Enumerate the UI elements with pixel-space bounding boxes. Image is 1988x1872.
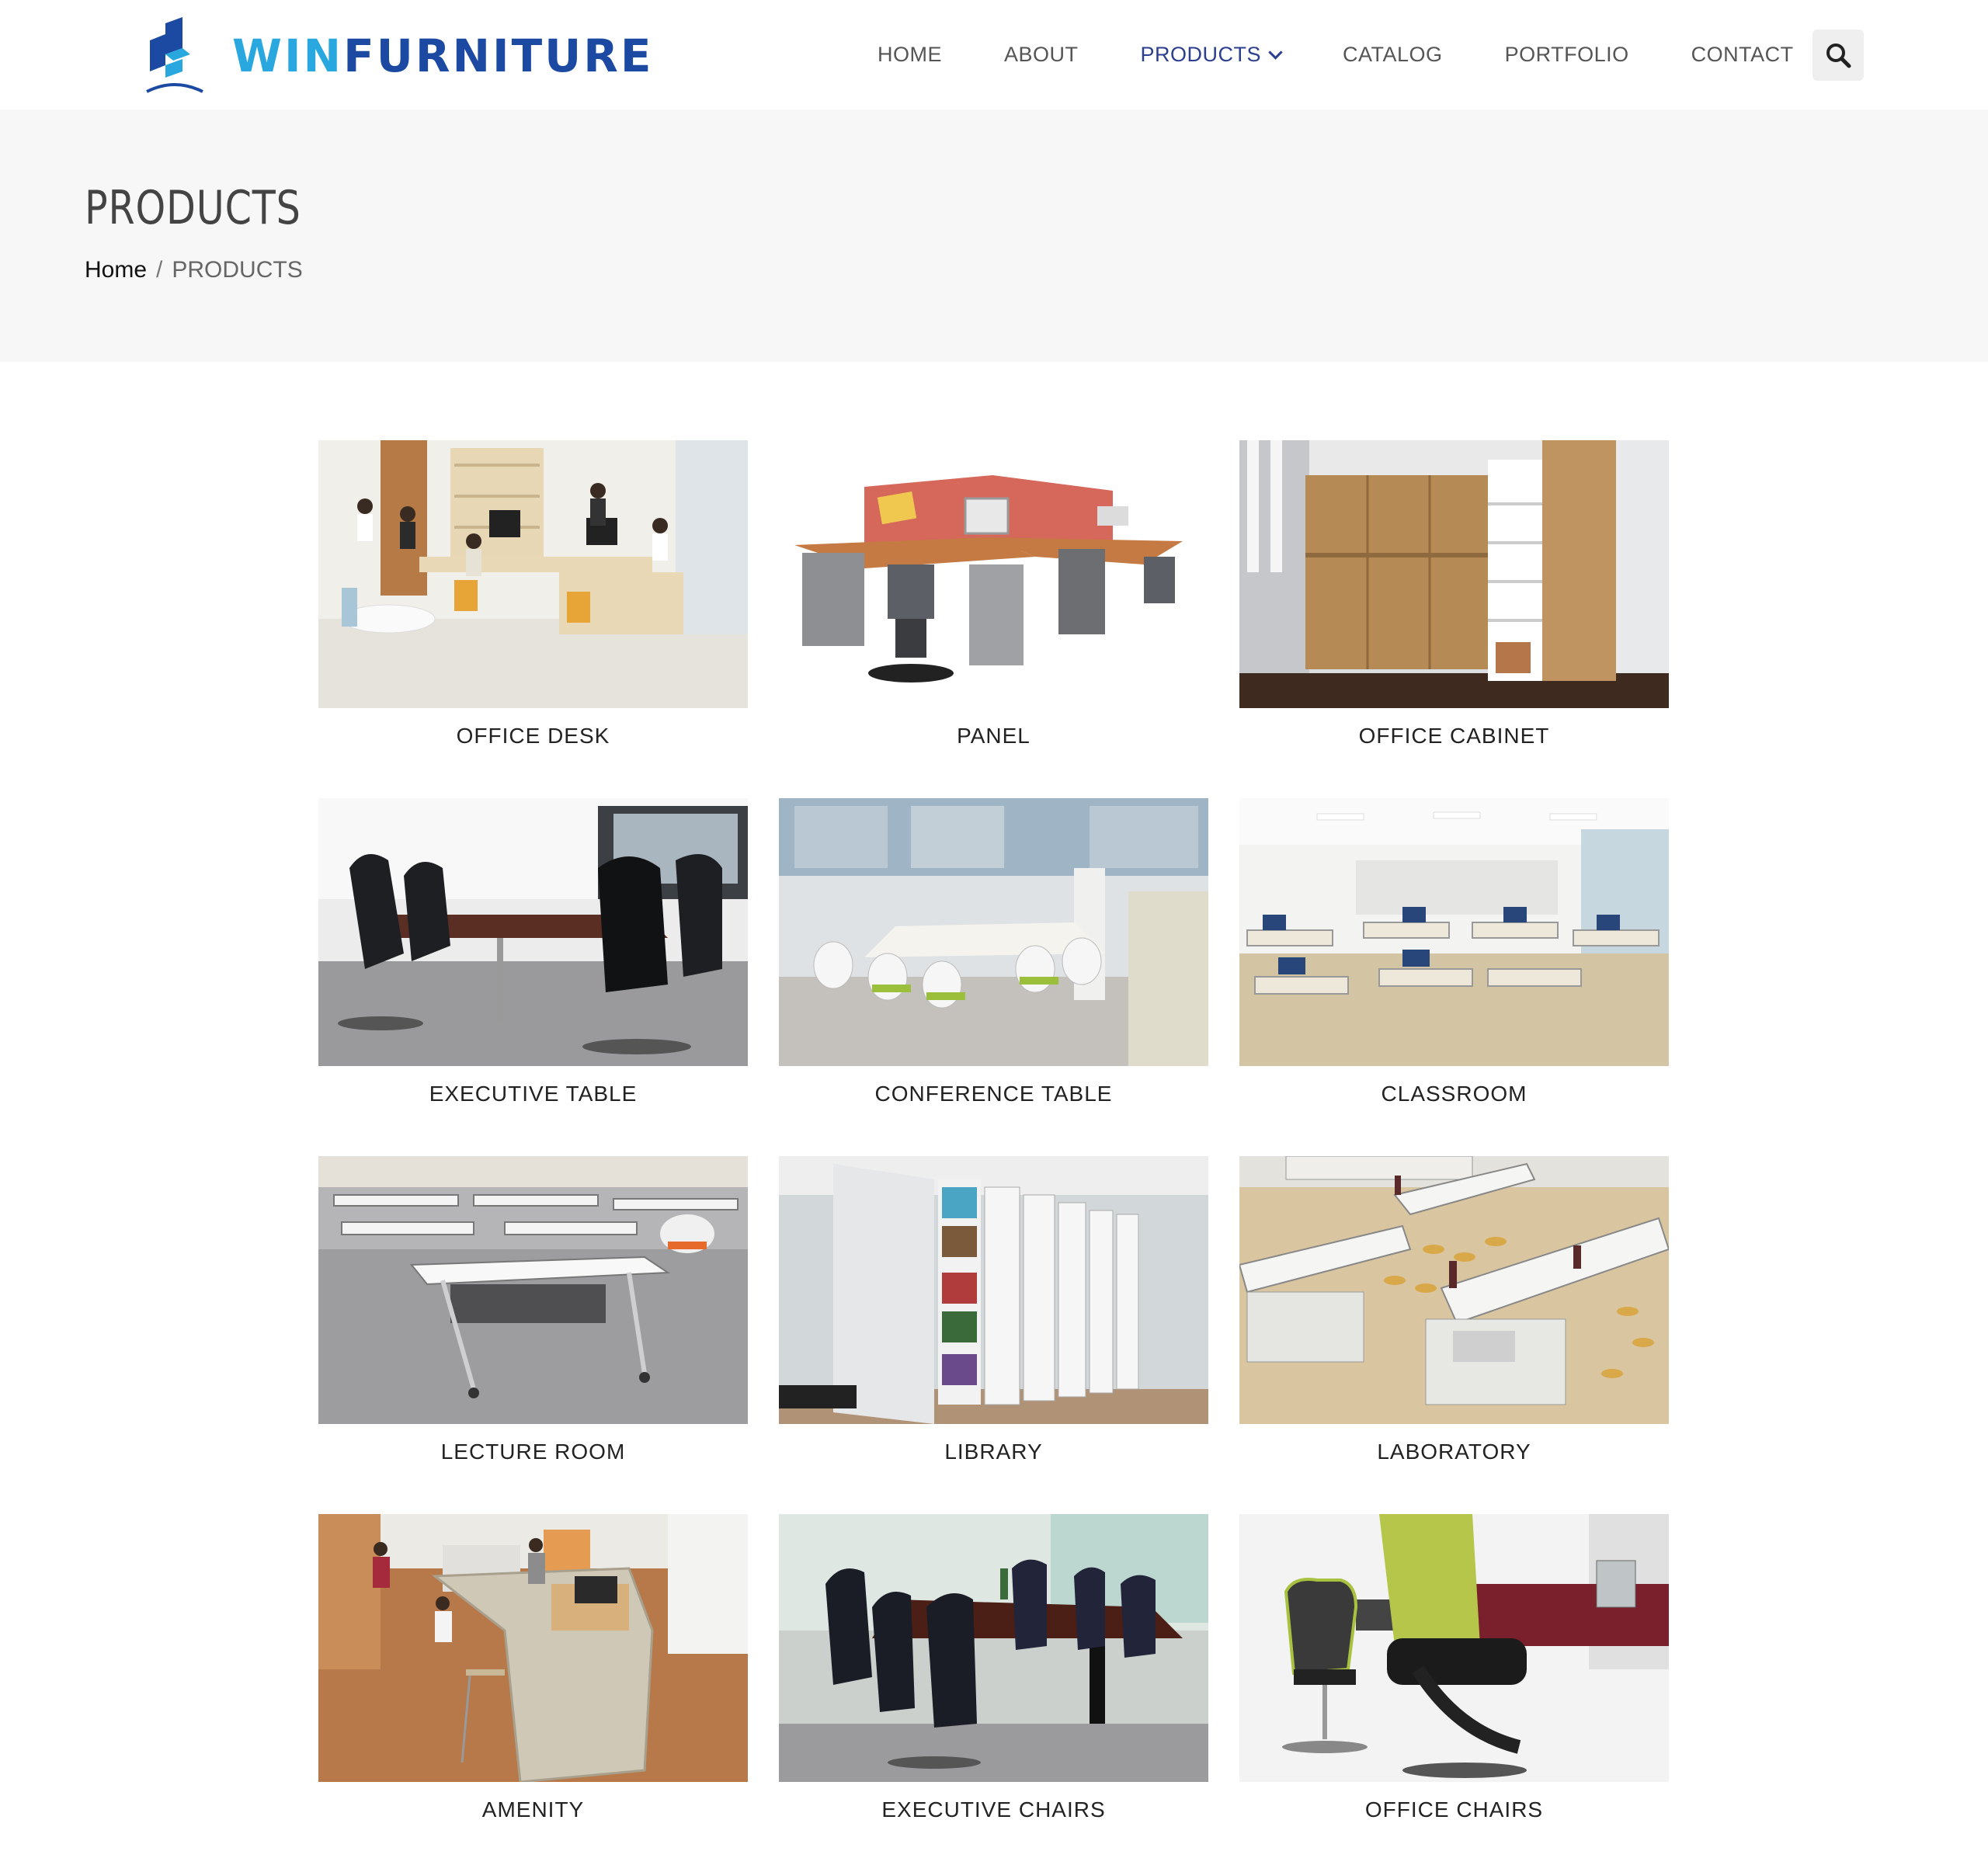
product-label: CLASSROOM [1381,1082,1527,1106]
product-label: LIBRARY [944,1440,1043,1464]
office-cabinet-image [1239,440,1669,708]
nav-catalog[interactable]: CATALOG [1343,43,1443,67]
page-banner: PRODUCTS Home / PRODUCTS [0,109,1988,362]
breadcrumb-current: PRODUCTS [172,257,303,283]
product-card-executive-chairs[interactable]: EXECUTIVE CHAIRS [779,1514,1208,1872]
nav-products[interactable]: PRODUCTS [1140,43,1283,67]
product-grid: OFFICE DESK PANEL OFFICE CABINET EXECUTI… [318,440,1670,1872]
nav-portfolio[interactable]: PORTFOLIO [1505,43,1629,67]
nav-about[interactable]: ABOUT [1004,43,1079,67]
product-card-executive-table[interactable]: EXECUTIVE TABLE [318,798,748,1156]
site-header: WINFURNITURE HOME ABOUT PRODUCTS CATALOG… [0,0,1988,109]
laboratory-image [1239,1156,1669,1424]
product-label: EXECUTIVE TABLE [429,1082,638,1106]
product-card-laboratory[interactable]: LABORATORY [1239,1156,1669,1514]
product-label: OFFICE CHAIRS [1364,1797,1544,1822]
product-label: OFFICE CABINET [1358,724,1550,748]
product-card-amenity[interactable]: AMENITY [318,1514,748,1872]
product-card-panel[interactable]: PANEL [779,440,1208,798]
product-label: OFFICE DESK [456,724,610,748]
nav-products-label: PRODUCTS [1140,43,1262,66]
product-label: CONFERENCE TABLE [874,1082,1113,1106]
main-nav: HOME ABOUT PRODUCTS CATALOG PORTFOLIO CO… [878,0,1856,109]
product-card-office-chairs[interactable]: OFFICE CHAIRS [1239,1514,1669,1872]
office-desk-image [318,440,748,708]
logo-wordmark: WINFURNITURE [232,30,654,82]
classroom-image [1239,798,1669,1066]
office-chairs-image [1239,1514,1669,1782]
product-label: PANEL [957,724,1030,748]
conference-table-image [779,798,1208,1066]
search-icon [1826,43,1851,68]
breadcrumb-separator: / [156,257,163,283]
page-title: PRODUCTS [85,181,301,235]
product-card-library[interactable]: LIBRARY [779,1156,1208,1514]
chevron-down-icon [1268,45,1283,60]
site-logo[interactable]: WINFURNITURE [144,17,654,95]
product-label: AMENITY [481,1797,585,1822]
panel-image [779,440,1208,708]
logo-mark-icon [146,17,203,93]
product-card-office-desk[interactable]: OFFICE DESK [318,440,748,798]
product-label: LECTURE ROOM [440,1440,626,1464]
executive-table-image [318,798,748,1066]
nav-home[interactable]: HOME [878,43,942,67]
executive-chairs-image [779,1514,1208,1782]
product-label: LABORATORY [1377,1440,1531,1464]
product-card-classroom[interactable]: CLASSROOM [1239,798,1669,1156]
lecture-room-image [318,1156,748,1424]
nav-contact[interactable]: CONTACT [1691,43,1794,67]
product-card-office-cabinet[interactable]: OFFICE CABINET [1239,440,1669,798]
search-button[interactable] [1812,30,1864,81]
library-image [779,1156,1208,1424]
amenity-image [318,1514,748,1782]
breadcrumb-home-link[interactable]: Home [85,257,147,283]
breadcrumb: Home / PRODUCTS [85,257,303,283]
product-label: EXECUTIVE CHAIRS [881,1797,1106,1822]
product-card-conference-table[interactable]: CONFERENCE TABLE [779,798,1208,1156]
product-card-lecture-room[interactable]: LECTURE ROOM [318,1156,748,1514]
